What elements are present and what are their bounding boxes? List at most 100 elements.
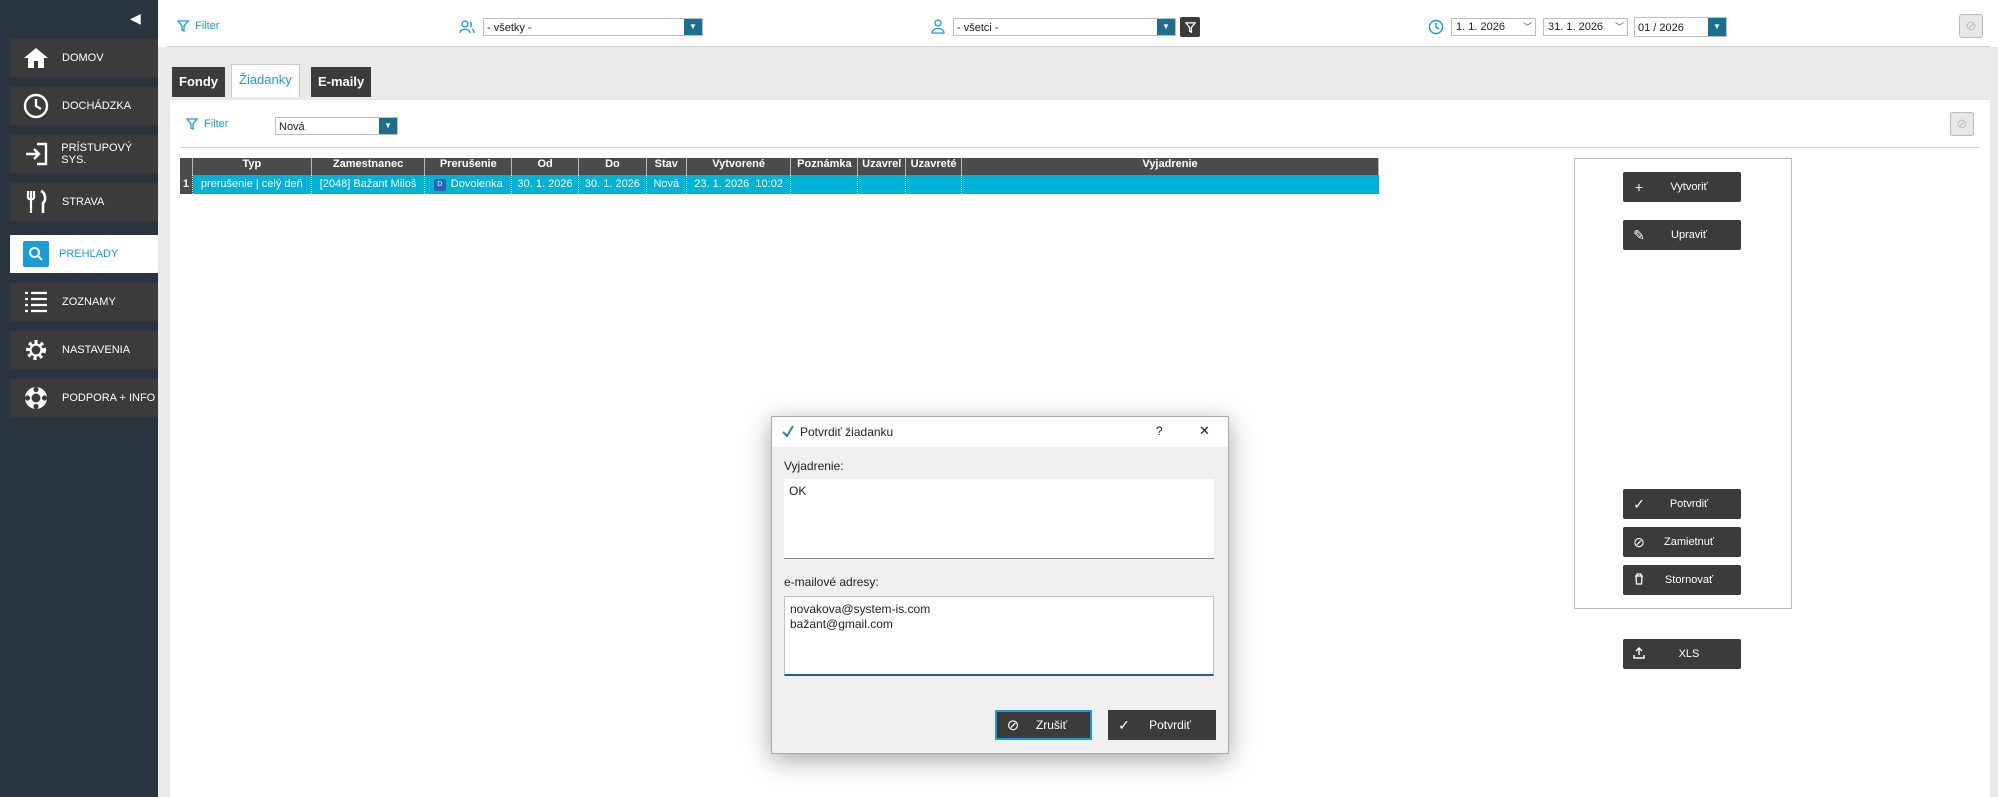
- tab-label: E-maily: [318, 74, 365, 89]
- cell-vyjadrenie[interactable]: [962, 175, 1379, 194]
- chevron-down-icon: ▼: [1708, 18, 1726, 36]
- sidebar-item-label: ZOZNAMY: [62, 296, 116, 308]
- list-icon: [20, 286, 52, 318]
- column-header[interactable]: Vyjadrenie: [962, 158, 1379, 175]
- emails-label: e-mailové adresy:: [784, 575, 879, 589]
- table-row[interactable]: 1 prerušenie | celý deň [2048] Bažant Mi…: [180, 175, 1379, 194]
- emails-textarea[interactable]: novakova@system-is.com bažant@gmail.com: [784, 596, 1214, 676]
- dialog-cancel-button[interactable]: ⊘ Zrušiť: [995, 710, 1092, 740]
- trash-icon: [1623, 572, 1655, 588]
- group-select[interactable]: - všetky - ▼: [483, 18, 703, 36]
- filter-label: Filter: [204, 118, 229, 130]
- absence-type-label: Dovolenka: [450, 178, 503, 190]
- person-select[interactable]: - všetci - ▼: [953, 18, 1176, 36]
- cell-typ[interactable]: prerušenie | celý deň: [193, 175, 312, 194]
- column-header[interactable]: Uzavrel: [858, 158, 907, 175]
- dialog-confirm-button[interactable]: ✓ Potvrdiť: [1108, 710, 1216, 740]
- tab-ziadanky[interactable]: Žiadanky: [231, 64, 300, 97]
- cell-poznamka[interactable]: [791, 175, 859, 194]
- sidebar-item-label: STRAVA: [62, 196, 105, 208]
- tab-label: Žiadanky: [239, 72, 292, 87]
- button-label: Potvrdiť: [1669, 498, 1709, 510]
- sidebar-item-domov[interactable]: DOMOV: [10, 39, 158, 77]
- sidebar-item-podpora[interactable]: PODPORA + INFO: [10, 379, 158, 417]
- sidebar-item-strava[interactable]: STRAVA: [10, 183, 158, 221]
- date-to-select[interactable]: 31. 1. 2026 ﹀: [1543, 18, 1628, 36]
- cell-uzavrete[interactable]: [906, 175, 963, 194]
- column-header[interactable]: Do: [579, 158, 647, 175]
- export-xls-button[interactable]: XLS: [1623, 639, 1741, 669]
- confirm-button[interactable]: ✓ Potvrdiť: [1623, 489, 1741, 519]
- top-filter-bar: Filter - všetky - ▼ - všetci - ▼ 1. 1. 2…: [167, 8, 1990, 47]
- column-header[interactable]: Poznámka: [791, 158, 859, 175]
- apply-filter-button[interactable]: [1180, 17, 1200, 37]
- column-header[interactable]: Prerušenie: [425, 158, 513, 175]
- help-button[interactable]: ?: [1156, 424, 1163, 438]
- button-label: XLS: [1678, 648, 1700, 660]
- lifebuoy-icon: [20, 382, 52, 414]
- clock-icon: [1428, 19, 1444, 35]
- sidebar-item-label: DOMOV: [62, 52, 104, 64]
- app-icon: [782, 425, 794, 440]
- sidebar-item-pristupovy[interactable]: PRÍSTUPOVÝ SYS.: [10, 135, 158, 173]
- chevron-down-icon: ▼: [684, 19, 702, 35]
- button-label: Potvrdiť: [1149, 718, 1191, 732]
- button-label: Stornovať: [1664, 574, 1714, 586]
- column-header[interactable]: Vytvorené: [687, 158, 792, 175]
- disabled-clear-button[interactable]: ⊘: [1959, 14, 1983, 38]
- reject-button[interactable]: ⊘ Zamietnuť: [1623, 527, 1741, 557]
- chevron-down-icon: ﹀: [1522, 22, 1532, 32]
- column-header[interactable]: Uzavreté: [906, 158, 963, 175]
- date-to-value: 31. 1. 2026: [1548, 21, 1604, 33]
- column-header[interactable]: Typ: [193, 158, 312, 175]
- tab-emaily[interactable]: E-maily: [311, 67, 372, 97]
- comment-textarea[interactable]: OK: [784, 479, 1214, 559]
- person-select-value: - všetci -: [957, 22, 999, 34]
- sidebar-item-label: PODPORA + INFO: [62, 392, 156, 404]
- search-icon: [23, 241, 49, 267]
- close-button[interactable]: ✕: [1199, 423, 1210, 439]
- sidebar-item-zoznamy[interactable]: ZOZNAMY: [10, 283, 158, 321]
- sidebar-item-nastavenia[interactable]: NASTAVENIA: [10, 331, 158, 369]
- chevron-down-icon: ▼: [379, 118, 397, 134]
- status-select-value: Nová: [279, 121, 305, 133]
- status-select[interactable]: Nová ▼: [275, 117, 398, 135]
- period-select[interactable]: 01 / 2026 ▼: [1634, 17, 1727, 37]
- requests-table: Typ Zamestnanec Prerušenie Od Do Stav Vy…: [180, 158, 1379, 194]
- group-icon: [459, 20, 475, 34]
- gear-icon: [20, 334, 52, 366]
- upload-icon: [1623, 646, 1655, 662]
- date-from-select[interactable]: 1. 1. 2026 ﹀: [1451, 18, 1536, 36]
- sidebar: ◀ DOMOV DOCHÁDZKA PRÍSTUPOVÝ SYS. STRAVA…: [0, 0, 158, 797]
- row-number-header: [180, 158, 193, 175]
- collapse-sidebar-icon[interactable]: ◀: [130, 10, 141, 27]
- cell-zamestnanec[interactable]: [2048] Bažant Miloš: [312, 175, 426, 194]
- sidebar-item-dochadzka[interactable]: DOCHÁDZKA: [10, 87, 158, 125]
- button-label: Upraviť: [1671, 229, 1707, 241]
- cell-stav[interactable]: Nová: [647, 175, 687, 194]
- column-header[interactable]: Od: [512, 158, 579, 175]
- cell-prerusenie[interactable]: D Dovolenka: [425, 175, 513, 194]
- disabled-clear-button[interactable]: ⊘: [1950, 112, 1974, 136]
- filter-label: Filter: [195, 20, 220, 32]
- content-filter-toggle[interactable]: Filter: [186, 118, 228, 130]
- check-icon: ✓: [1118, 716, 1130, 733]
- column-header[interactable]: Zamestnanec: [312, 158, 426, 175]
- tab-fondy[interactable]: Fondy: [172, 67, 225, 97]
- cell-do[interactable]: 30. 1. 2026: [579, 175, 647, 194]
- cell-uzavrel[interactable]: [858, 175, 907, 194]
- sidebar-item-prehlady[interactable]: PREHĽADY: [10, 235, 158, 273]
- ban-icon: ⊘: [1633, 533, 1645, 550]
- column-header[interactable]: Stav: [647, 158, 687, 175]
- button-label: Vytvoriť: [1670, 181, 1708, 193]
- top-filter-toggle[interactable]: Filter: [177, 20, 219, 32]
- cell-vytvorene[interactable]: 23. 1. 2026 10:02: [687, 175, 792, 194]
- storno-button[interactable]: Stornovať: [1623, 565, 1741, 595]
- ban-icon: ⊘: [1006, 717, 1020, 734]
- edit-button[interactable]: ✎ Upraviť: [1623, 220, 1741, 250]
- comment-label: Vyjadrenie:: [784, 459, 844, 473]
- fork-knife-icon: [20, 186, 52, 218]
- create-button[interactable]: + Vytvoriť: [1623, 172, 1741, 202]
- pencil-icon: ✎: [1633, 226, 1645, 243]
- cell-od[interactable]: 30. 1. 2026: [512, 175, 579, 194]
